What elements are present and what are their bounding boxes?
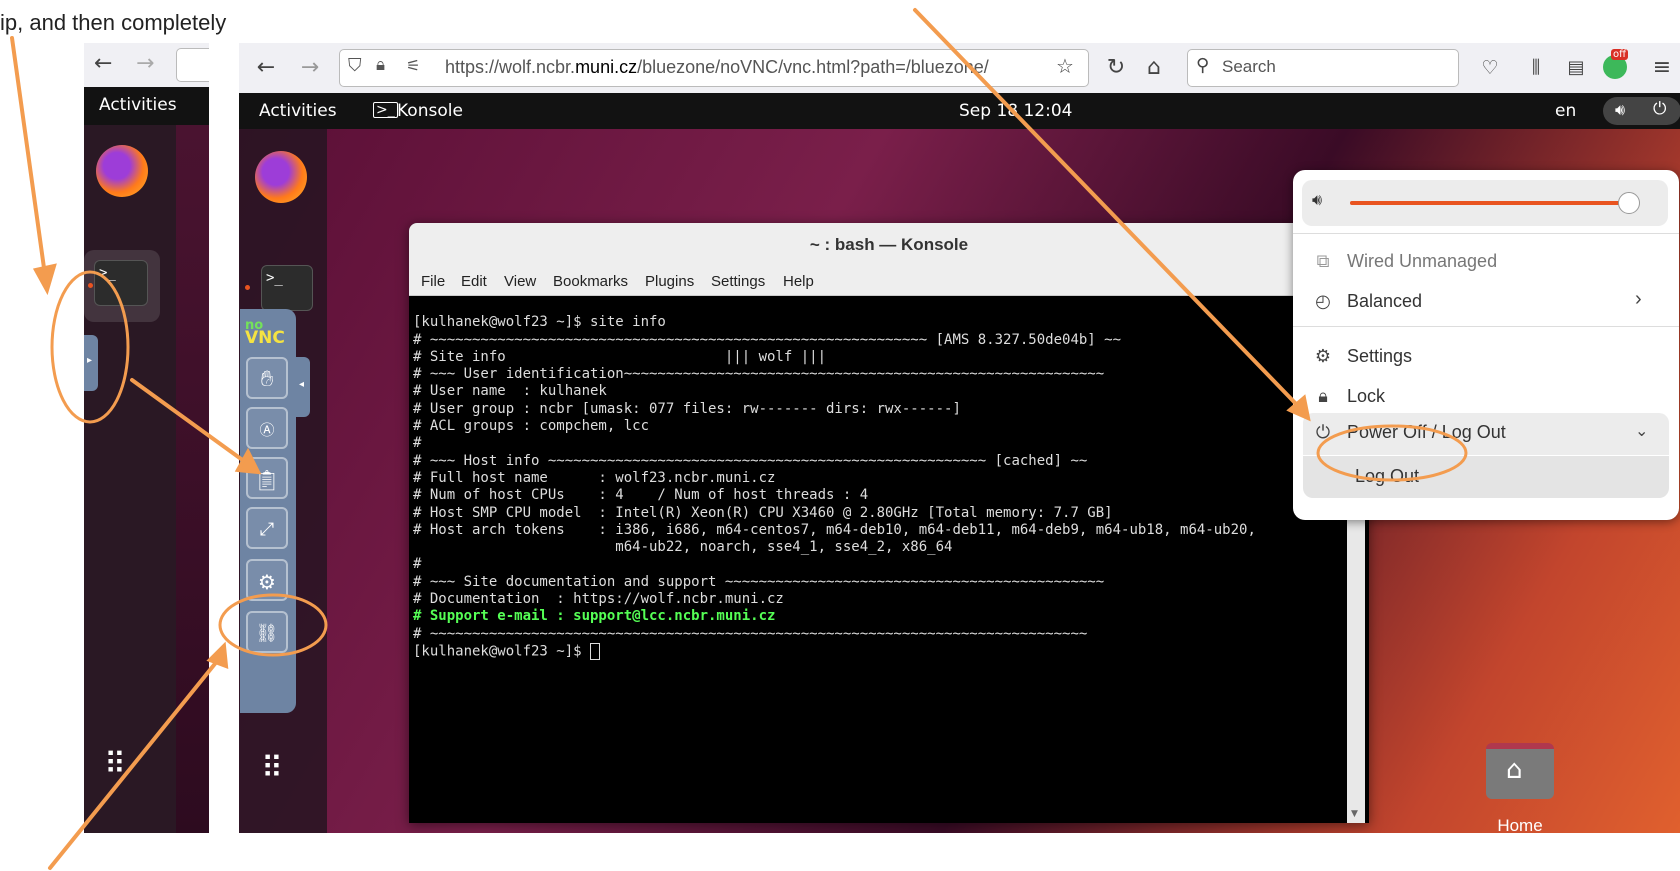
annotation-ring [218,593,328,657]
annotation-arrowhead [206,641,229,670]
annotation-ring [1316,424,1468,482]
annotation-arrow [130,378,250,466]
annotation-arrow [10,36,46,270]
annotation-arrowhead [234,447,262,475]
annotation-arrow [48,658,220,870]
annotation-arrow [913,8,1302,410]
annotation-arrowhead [32,263,57,296]
annotation-ring [50,270,130,424]
annotation-layer [10,8,1468,870]
